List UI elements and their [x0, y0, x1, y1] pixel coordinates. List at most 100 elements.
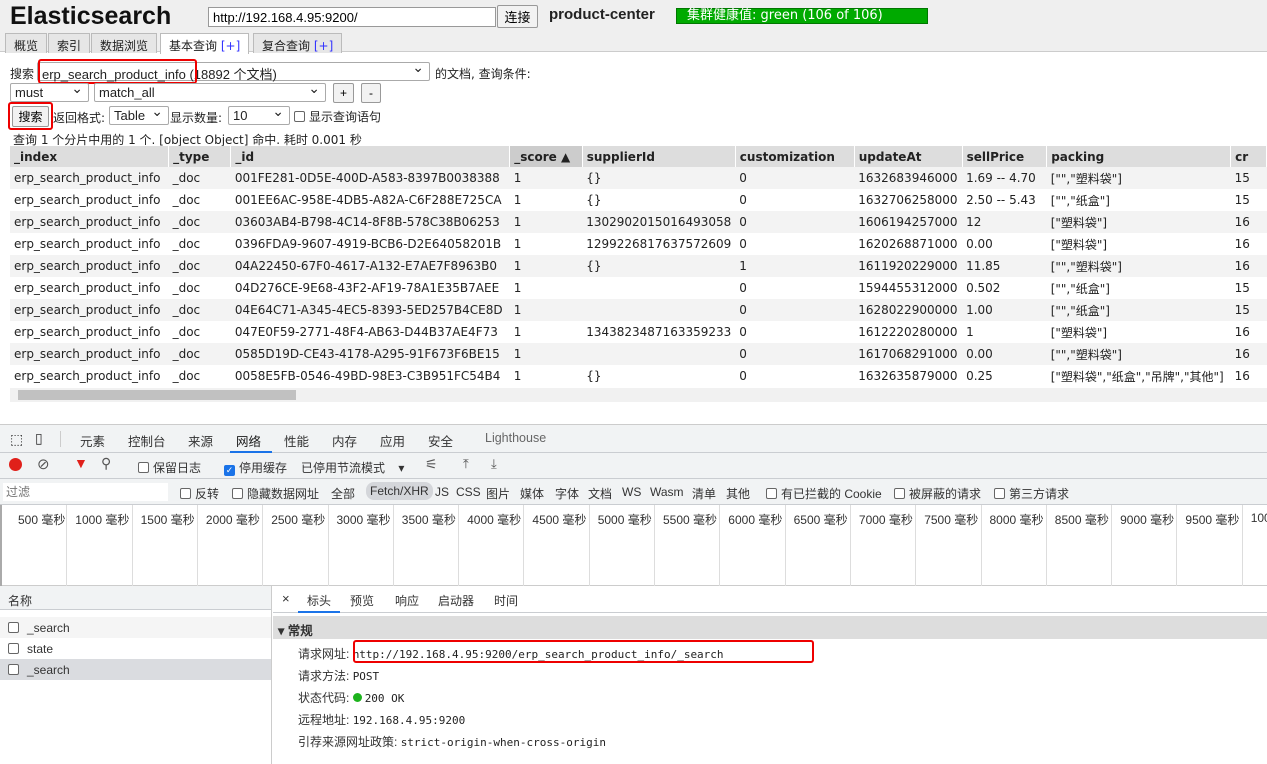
name-column-header[interactable]: 名称	[0, 586, 271, 610]
clear-icon[interactable]: ⊘	[37, 455, 50, 473]
import-har-icon[interactable]: ⤒	[463, 456, 469, 472]
filter-type-button[interactable]: CSS	[456, 485, 481, 499]
table-cell: erp_search_product_info	[14, 237, 161, 251]
add-clause-button[interactable]: +	[333, 83, 354, 103]
detail-tab[interactable]: 预览	[350, 592, 374, 609]
column-header[interactable]: updateAt	[854, 146, 963, 167]
devtools-tab[interactable]: 来源	[188, 431, 213, 450]
column-header[interactable]: _type	[168, 146, 232, 167]
table-row[interactable]: erp_search_product_info _doc 047E0F59-2771…	[10, 321, 1267, 343]
docs-label: 的文档, 查询条件:	[435, 67, 531, 81]
inspect-element-icon[interactable]: ⬚	[10, 431, 23, 448]
detail-tab[interactable]: 启动器	[438, 592, 474, 609]
table-row[interactable]: erp_search_product_info _doc 04A22450-67F0…	[10, 255, 1267, 277]
clause-select[interactable]: match_all	[94, 80, 326, 102]
tab-basic-query[interactable]: 基本查询 [+]	[160, 33, 250, 54]
tab-browser[interactable]: 数据浏览	[91, 33, 158, 53]
detail-tab[interactable]: 标头	[307, 592, 331, 609]
record-icon[interactable]	[9, 458, 22, 471]
table-row[interactable]: erp_search_product_info _doc 001FE281-0D5E…	[10, 167, 1267, 189]
checkbox[interactable]	[294, 111, 305, 122]
column-header[interactable]: supplierId	[582, 146, 736, 167]
third-party-checkbox[interactable]: 第三方请求	[994, 485, 1069, 502]
remove-clause-button[interactable]: -	[361, 83, 381, 103]
preserve-log-checkbox[interactable]: 保留日志	[138, 459, 201, 476]
devtools-tab[interactable]: 元素	[80, 431, 105, 450]
disable-cache-checkbox[interactable]: ✓ 停用缓存	[224, 459, 287, 476]
show-query-checkbox[interactable]: 显示查询语句	[294, 108, 381, 125]
table-row[interactable]: erp_search_product_info _doc 0058E5FB-0546…	[10, 365, 1267, 387]
table-row[interactable]: erp_search_product_info _doc 0585D19D-CE43…	[10, 343, 1267, 365]
devtools-tab[interactable]: Lighthouse	[485, 431, 546, 445]
network-conditions-icon[interactable]: ⚟	[425, 456, 438, 473]
filter-type-button[interactable]: Wasm	[650, 485, 684, 499]
format-select[interactable]: Table	[109, 103, 169, 125]
column-header[interactable]: _index	[10, 146, 170, 167]
throttle-select[interactable]: 已停用节流模式 ▾	[301, 459, 404, 476]
filter-type-button[interactable]: WS	[622, 485, 641, 499]
tab-overview[interactable]: 概览	[5, 33, 48, 53]
hide-data-urls-checkbox[interactable]: 隐藏数据网址	[232, 485, 319, 502]
invert-checkbox[interactable]: 反转	[180, 485, 219, 502]
table-cell: _doc	[168, 211, 231, 233]
devtools-tab[interactable]: 安全	[428, 431, 453, 450]
table-row[interactable]: erp_search_product_info _doc 04D276CE-9E68…	[10, 277, 1267, 299]
column-header[interactable]: sellPrice	[962, 146, 1048, 167]
filter-type-button[interactable]: 文档	[588, 485, 612, 502]
column-header[interactable]: cr	[1230, 146, 1267, 167]
size-select[interactable]: 10	[228, 103, 290, 125]
devtools-tab[interactable]: 内存	[332, 431, 357, 450]
table-row[interactable]: erp_search_product_info _doc 03603AB4-B798…	[10, 211, 1267, 233]
timeline-overview[interactable]: 500 毫秒 1000 毫秒 1500 毫秒 2000 毫秒 2500 毫秒 3000 毫…	[0, 505, 1267, 586]
timeline-tick: 3500 毫秒	[392, 505, 456, 586]
table-row[interactable]: erp_search_product_info _doc 04E64C71-A345…	[10, 299, 1267, 321]
results-table-container: _index _type _id _score ▲ supplierId customiz…	[10, 146, 1267, 388]
blocked-requests-checkbox[interactable]: 被屏蔽的请求	[894, 485, 981, 502]
devtools-tab[interactable]: 性能	[284, 431, 309, 450]
add-tab-link[interactable]: [+]	[314, 39, 333, 53]
detail-tab[interactable]: 响应	[395, 592, 419, 609]
bool-select[interactable]: must	[10, 80, 89, 102]
close-icon[interactable]: ×	[282, 591, 290, 606]
devtools-tab[interactable]: 应用	[380, 431, 405, 450]
export-har-icon[interactable]: ⤓	[491, 456, 497, 472]
device-toolbar-icon[interactable]: ▯	[35, 430, 43, 447]
table-cell: ["","塑料袋"]	[1046, 167, 1231, 189]
scrollbar-thumb[interactable]	[18, 390, 296, 400]
column-header[interactable]: _id	[230, 146, 511, 167]
add-tab-link[interactable]: [+]	[221, 39, 240, 53]
detail-tab[interactable]: 时间	[494, 592, 518, 609]
table-cell: ["","塑料袋"]	[1046, 343, 1231, 365]
filter-type-button[interactable]: 全部	[331, 485, 355, 502]
column-header[interactable]: packing	[1046, 146, 1232, 167]
filter-type-button[interactable]: 字体	[555, 485, 579, 502]
table-cell: 1	[735, 255, 855, 277]
table-cell: 04E64C71-A345-4EC5-8393-5ED257B4CE8D	[230, 299, 510, 321]
column-header[interactable]: _score ▲	[509, 146, 583, 167]
tab-indices[interactable]: 索引	[48, 33, 91, 53]
search-icon[interactable]: ⚲	[101, 455, 111, 472]
filter-icon[interactable]: ▼	[74, 455, 88, 471]
filter-type-button[interactable]: 其他	[726, 485, 750, 502]
filter-type-button[interactable]: Fetch/XHR	[366, 482, 433, 500]
cluster-url-input[interactable]	[208, 7, 496, 27]
devtools-tab[interactable]: 控制台	[128, 431, 166, 450]
request-item[interactable]: state	[0, 638, 271, 659]
general-section-header[interactable]: ▾ 常规	[273, 616, 1267, 639]
filter-type-button[interactable]: JS	[435, 485, 449, 499]
connect-button[interactable]: 连接	[497, 5, 538, 28]
blocked-cookies-checkbox[interactable]: 有已拦截的 Cookie	[766, 485, 882, 502]
label: 常规	[287, 624, 313, 638]
filter-input[interactable]	[3, 483, 168, 501]
filter-type-button[interactable]: 清单	[692, 485, 716, 502]
tab-compound-query[interactable]: 复合查询 [+]	[253, 33, 343, 53]
table-row[interactable]: erp_search_product_info _doc 001EE6AC-958E…	[10, 189, 1267, 211]
table-row[interactable]: erp_search_product_info _doc 0396FDA9-9607…	[10, 233, 1267, 255]
filter-type-button[interactable]: 媒体	[520, 485, 544, 502]
devtools-tab[interactable]: 网络	[236, 431, 261, 450]
filter-bar: 反转 隐藏数据网址 全部 Fetch/XHRJS CSS 图片媒体字体文档 WS Wasm…	[0, 479, 1267, 505]
request-item[interactable]: _search	[0, 659, 271, 680]
filter-type-button[interactable]: 图片	[486, 485, 510, 502]
request-item[interactable]: _search	[0, 617, 271, 638]
column-header[interactable]: customization	[735, 146, 855, 167]
